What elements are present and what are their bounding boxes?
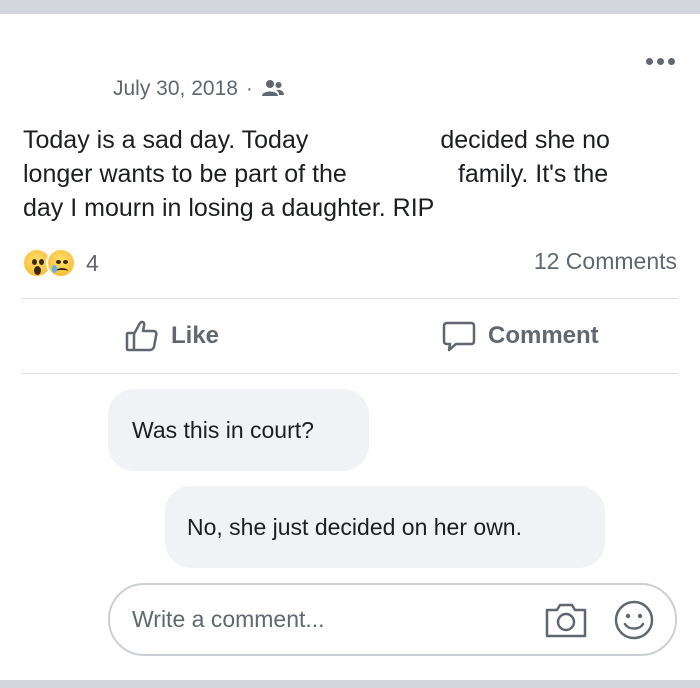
comment-button[interactable]: Comment bbox=[442, 316, 599, 356]
top-frame-bar bbox=[0, 0, 700, 14]
more-dot bbox=[645, 57, 653, 65]
more-dot bbox=[656, 57, 664, 65]
divider bbox=[22, 298, 678, 299]
comment-input[interactable] bbox=[132, 585, 532, 654]
speech-bubble-icon bbox=[442, 319, 476, 353]
comment-text: No, she just decided on her own. bbox=[187, 513, 522, 540]
like-button[interactable]: Like bbox=[125, 316, 219, 356]
post-text-line: longer wants to be part of the family. I… bbox=[23, 160, 609, 188]
post-meta: July 30, 2018 · bbox=[113, 76, 285, 102]
emoji-icon[interactable] bbox=[613, 599, 655, 641]
divider bbox=[22, 373, 678, 374]
thumbs-up-icon bbox=[125, 319, 159, 353]
like-label: Like bbox=[171, 322, 220, 349]
reactions-summary[interactable]: 4 bbox=[22, 246, 99, 280]
friends-icon[interactable] bbox=[261, 79, 285, 99]
more-dot bbox=[667, 57, 675, 65]
post-text-line: day I mourn in losing a daughter. RIP bbox=[23, 194, 435, 222]
reply-bubble: No, she just decided on her own. bbox=[165, 486, 605, 568]
comment-composer bbox=[108, 583, 677, 656]
more-options-icon[interactable] bbox=[640, 52, 680, 70]
bottom-frame-bar bbox=[0, 680, 700, 688]
post-date[interactable]: July 30, 2018 bbox=[113, 77, 238, 101]
meta-separator: · bbox=[245, 77, 253, 100]
post-text-line: Today is a sad day. Today decided she no bbox=[23, 126, 610, 154]
comment-text: Was this in court? bbox=[132, 416, 314, 443]
comment-bubble: Was this in court? bbox=[108, 389, 369, 471]
comment-label: Comment bbox=[488, 322, 599, 349]
camera-icon[interactable] bbox=[544, 601, 588, 639]
comments-count-link[interactable]: 12 Comments bbox=[534, 248, 677, 275]
sad-icon bbox=[46, 248, 76, 278]
reaction-count: 4 bbox=[86, 249, 99, 276]
